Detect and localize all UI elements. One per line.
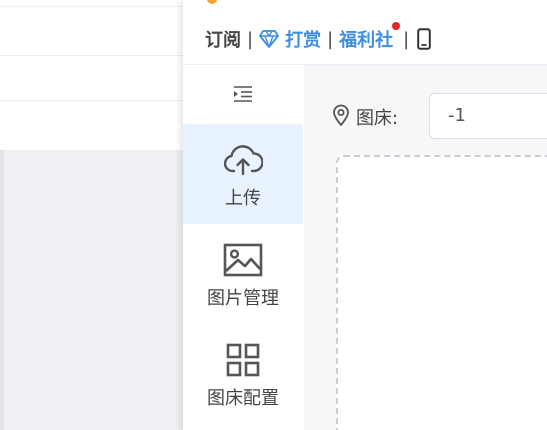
sidebar-item-picbed-settings[interactable]: 图床配置 <box>183 324 303 424</box>
mobile-phone-icon[interactable] <box>417 28 432 50</box>
sidebar: 上传 图片管理 图床配置 <box>183 65 303 430</box>
cloud-upload-icon <box>223 142 263 178</box>
sidebar-item-image-management[interactable]: 图片管理 <box>183 224 303 324</box>
sidebar-item-label: 上传 <box>225 188 261 209</box>
reward-label: 打赏 <box>285 30 322 51</box>
background-area <box>0 150 183 430</box>
sidebar-item-label: 图片管理 <box>207 288 279 309</box>
picbed-field: 图床: <box>332 93 398 141</box>
sidebar-item-label: 图床配置 <box>207 388 279 409</box>
menu-collapse-icon[interactable] <box>233 84 253 104</box>
divider <box>0 6 183 7</box>
upload-dropzone[interactable] <box>336 155 547 430</box>
image-icon <box>223 242 263 278</box>
top-nav: 订阅 | 打赏 | 福利社 | <box>205 22 432 52</box>
welfare-link[interactable]: 福利社 <box>339 22 401 52</box>
divider <box>0 55 183 56</box>
background-edge <box>0 150 4 430</box>
top-bar: 订阅 | 打赏 | 福利社 | <box>183 0 547 65</box>
nav-separator: | <box>403 28 410 50</box>
diamond-icon <box>259 30 279 48</box>
sidebar-item-upload[interactable]: 上传 <box>183 124 303 224</box>
window-control-dot[interactable] <box>207 0 217 4</box>
subscribe-link[interactable]: 订阅 <box>205 26 241 52</box>
nav-separator: | <box>247 28 254 50</box>
reward-link[interactable]: 打赏 <box>259 26 321 52</box>
picbed-select-value: -1 <box>448 105 466 126</box>
divider <box>0 100 183 101</box>
background-page <box>0 0 183 430</box>
notification-badge <box>392 22 401 30</box>
location-pin-icon <box>332 104 350 130</box>
nav-separator: | <box>327 28 334 50</box>
picbed-select[interactable]: -1 <box>429 93 547 139</box>
welfare-label: 福利社 <box>339 30 394 51</box>
picbed-label: 图床: <box>356 108 399 129</box>
grid-icon <box>226 342 260 378</box>
